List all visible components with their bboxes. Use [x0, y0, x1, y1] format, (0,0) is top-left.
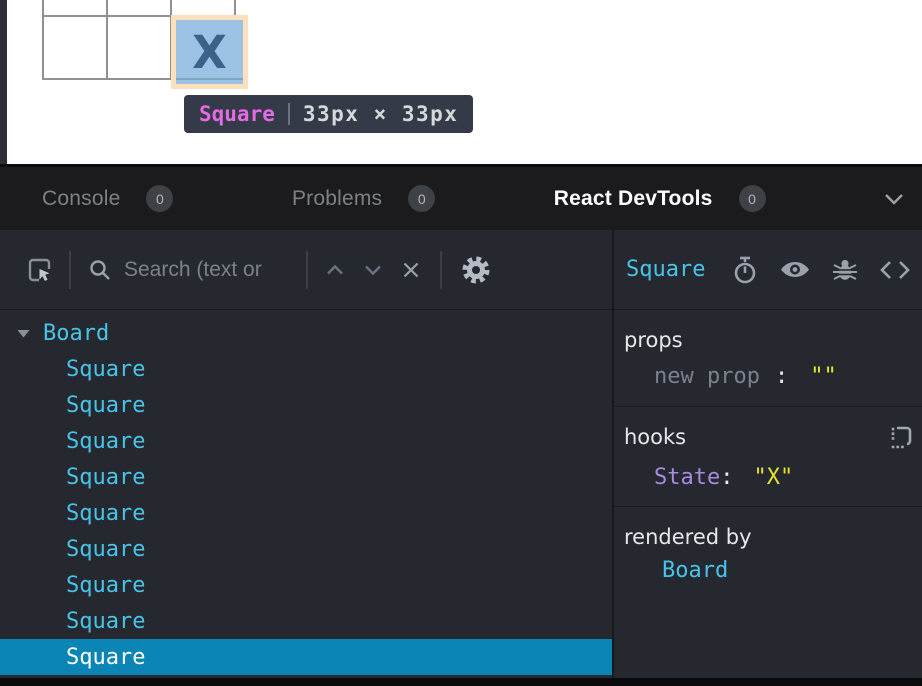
tooltip-dimensions: 33px × 33px: [303, 102, 459, 126]
tree-row-board[interactable]: Board: [0, 315, 612, 351]
props-section: props new prop : "": [614, 310, 922, 407]
next-match-chevron-down-icon[interactable]: [364, 264, 382, 276]
eye-inspect-dom-icon[interactable]: [780, 259, 810, 280]
bug-log-icon[interactable]: [832, 257, 858, 283]
tree-row-square[interactable]: Square: [0, 567, 612, 603]
tree-row-square[interactable]: Square: [0, 351, 612, 387]
tree-row-label: Square: [66, 357, 145, 382]
toolbar-divider: [440, 251, 442, 289]
owner-link-board[interactable]: Board: [662, 558, 728, 583]
inspector-toolbar-icons: [732, 256, 910, 284]
owner-row: Board: [624, 558, 910, 583]
tab-badge: 0: [146, 185, 173, 212]
tree-row-square[interactable]: Square: [0, 495, 612, 531]
new-prop-row: new prop : "": [624, 364, 910, 389]
tree-row-square[interactable]: Square: [0, 603, 612, 639]
tab[interactable]: Console 0: [42, 185, 173, 212]
expand-triangle-icon[interactable]: [17, 329, 30, 338]
selected-component-title: Square: [626, 257, 705, 282]
new-prop-name-input[interactable]: new prop: [654, 364, 760, 389]
code-view-source-icon[interactable]: [880, 260, 910, 280]
previous-match-chevron-up-icon[interactable]: [326, 264, 344, 276]
inspect-highlight-overlay: X: [171, 15, 248, 89]
tree-toolbar: [0, 230, 612, 310]
hooks-section-title: hooks: [624, 425, 910, 449]
cell-value: X: [192, 26, 227, 79]
search-icon: [88, 258, 112, 282]
tree-row-label: Square: [66, 465, 145, 490]
tree-row-square[interactable]: Square: [0, 639, 612, 675]
tree-row-label: Square: [66, 501, 145, 526]
inspect-tooltip: Square 33px × 33px: [184, 95, 473, 133]
react-devtools-panel: Board Square Square Square: [0, 230, 922, 678]
tab-label: React DevTools: [554, 187, 713, 211]
tree-row-label: Square: [66, 609, 145, 634]
board-cell[interactable]: [107, 0, 171, 16]
tab-label: Problems: [292, 187, 382, 211]
inspect-element-icon[interactable]: [27, 257, 53, 283]
component-tree: Board Square Square Square: [0, 310, 612, 678]
tree-children: Square Square Square Square: [0, 351, 612, 675]
tree-row-label: Square: [66, 429, 145, 454]
stopwatch-suspense-icon[interactable]: [732, 256, 758, 284]
screen: X Square 33px × 33px Console 0 Problems …: [0, 0, 922, 686]
board-cell[interactable]: [43, 0, 107, 16]
tree-row-label: Square: [66, 645, 145, 670]
toolbar-divider: [306, 251, 308, 289]
components-tree-panel: Board Square Square Square: [0, 230, 614, 678]
inspector-toolbar: Square: [614, 230, 922, 310]
settings-gear-icon[interactable]: [460, 254, 492, 286]
tree-row-square[interactable]: Square: [0, 531, 612, 567]
hook-value-input[interactable]: "X": [753, 465, 793, 490]
tree-row-label: Square: [66, 393, 145, 418]
tab-badge: 0: [739, 185, 766, 212]
hook-name: State: [654, 465, 720, 490]
state-hook-row: State: "X": [624, 465, 910, 490]
board-cell[interactable]: [107, 16, 171, 79]
tab-badge: 0: [408, 185, 435, 212]
tree-row-square[interactable]: Square: [0, 423, 612, 459]
board-cell[interactable]: [43, 16, 107, 79]
tree-row-label: Square: [66, 537, 145, 562]
new-prop-value-input[interactable]: "": [810, 364, 837, 389]
rendered-by-section: rendered by Board: [614, 507, 922, 678]
hooks-section: hooks State: "X": [614, 407, 922, 507]
tab[interactable]: Problems 0: [292, 185, 435, 212]
tree-row-square[interactable]: Square: [0, 387, 612, 423]
parse-hook-names-icon[interactable]: [888, 424, 914, 450]
component-inspector-panel: Square: [614, 230, 922, 678]
collapse-panel-chevron-icon[interactable]: [884, 193, 904, 205]
tooltip-component-name: Square: [199, 102, 275, 126]
prop-colon: :: [775, 364, 788, 389]
board-cell[interactable]: [171, 0, 235, 16]
clear-search-x-icon[interactable]: [402, 261, 420, 279]
inspected-square-cell[interactable]: X: [176, 20, 243, 84]
tab[interactable]: React DevTools 0: [554, 185, 766, 212]
search-input[interactable]: [124, 258, 306, 282]
toolbar-divider: [69, 251, 71, 289]
bottom-strip: [0, 678, 922, 686]
props-section-title: props: [624, 328, 910, 352]
hook-colon: :: [720, 465, 733, 490]
tree-row-square[interactable]: Square: [0, 459, 612, 495]
window-edge: [0, 0, 7, 164]
tab-label: Console: [42, 187, 120, 211]
rendered-by-title: rendered by: [624, 525, 910, 549]
tree-row-label: Board: [43, 321, 109, 346]
tooltip-divider: [288, 103, 290, 125]
tree-row-label: Square: [66, 573, 145, 598]
devtools-tab-bar: Console 0 Problems 0 React DevTools 0: [0, 164, 922, 230]
inspected-page: X Square 33px × 33px: [0, 0, 922, 164]
